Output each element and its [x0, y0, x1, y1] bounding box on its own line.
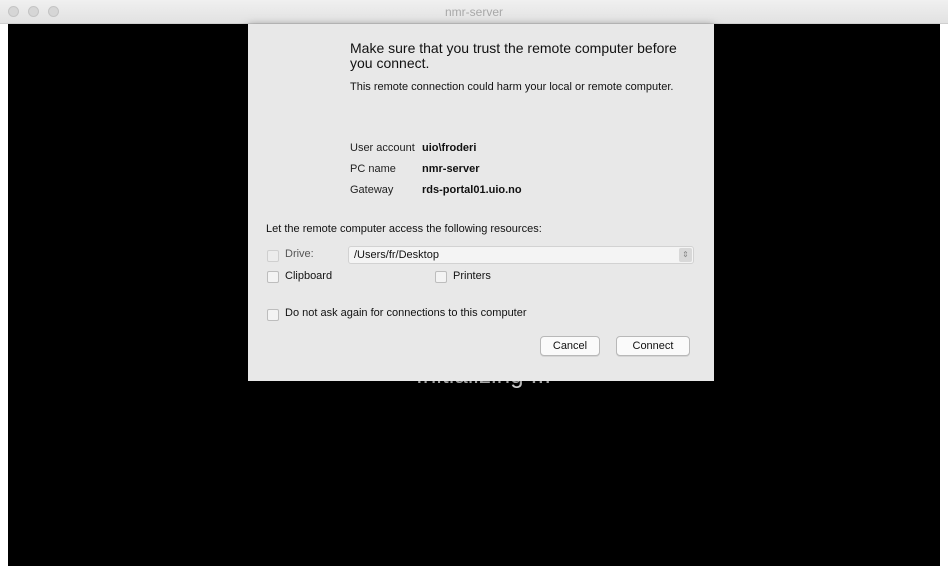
clipboard-checkbox[interactable]: [267, 271, 279, 283]
printers-checkbox[interactable]: [435, 271, 447, 283]
drive-checkbox[interactable]: [267, 250, 279, 262]
gateway-label: Gateway: [350, 184, 394, 196]
trust-connection-dialog: Make sure that you trust the remote comp…: [248, 24, 714, 381]
pc-name-value: nmr-server: [422, 163, 480, 175]
drive-path-value: /Users/fr/Desktop: [354, 249, 439, 261]
dialog-headline: Make sure that you trust the remote comp…: [350, 40, 677, 71]
dialog-warning: This remote connection could harm your l…: [350, 81, 674, 93]
drive-path-select[interactable]: /Users/fr/Desktop ⇕: [348, 246, 694, 264]
cancel-button[interactable]: Cancel: [540, 336, 600, 356]
resources-heading: Let the remote computer access the follo…: [266, 223, 542, 235]
title-bar[interactable]: nmr-server: [0, 0, 948, 24]
clipboard-label: Clipboard: [285, 270, 333, 282]
user-account-value: uio\froderi: [422, 142, 477, 154]
connect-button[interactable]: Connect: [616, 336, 690, 356]
printers-label: Printers: [453, 270, 491, 282]
gateway-value: rds-portal01.uio.no: [422, 184, 522, 196]
pc-name-label: PC name: [350, 163, 396, 175]
user-account-label: User account: [350, 142, 415, 154]
window-title: nmr-server: [444, 5, 503, 19]
dont-ask-again-label: Do not ask again for connections to this…: [285, 307, 527, 319]
dont-ask-again-checkbox[interactable]: [267, 309, 279, 321]
select-arrows-icon: ⇕: [679, 248, 692, 262]
drive-label: Drive:: [285, 248, 314, 260]
